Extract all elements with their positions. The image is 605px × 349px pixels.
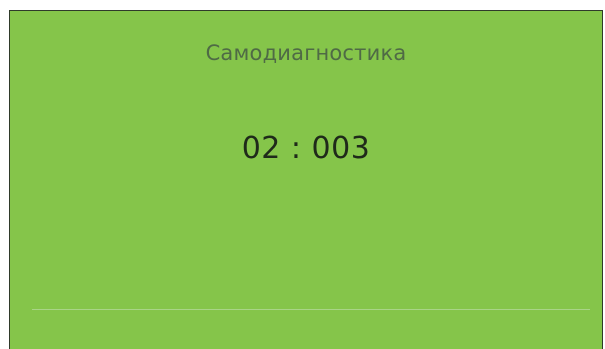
timer-readout: 02 : 003 bbox=[241, 131, 371, 166]
bottom-divider bbox=[32, 309, 590, 310]
self-diagnostics-screen: Самодиагностика 02 : 003 bbox=[9, 10, 603, 349]
screen-title: Самодиагностика bbox=[205, 41, 407, 65]
